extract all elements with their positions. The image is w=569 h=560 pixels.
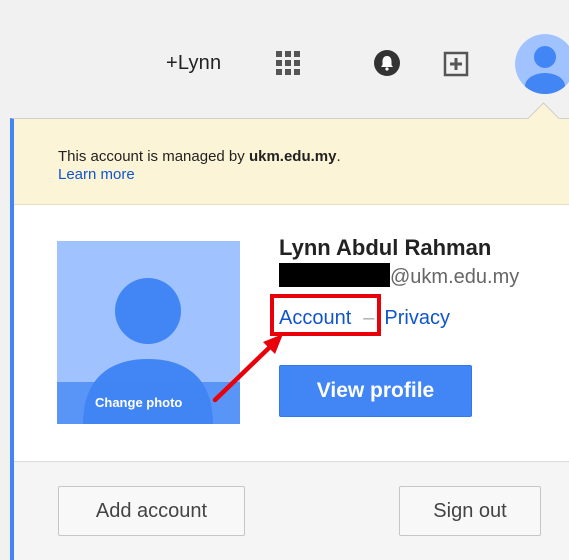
email-domain: @ukm.edu.my <box>390 266 520 288</box>
change-photo-button[interactable]: Change photo <box>57 382 240 424</box>
account-dropdown: This account is managed by ukm.edu.my. L… <box>10 118 569 560</box>
notice-domain: ukm.edu.my <box>248 148 337 165</box>
profile-section: Change photo Lynn Abdul Rahman @ukm.edu.… <box>14 205 569 461</box>
account-link[interactable]: Account <box>279 307 351 329</box>
sign-out-button[interactable]: Sign out <box>399 486 541 536</box>
account-popup-screenshot: +Lynn This account is managed by ukm.edu… <box>0 0 569 560</box>
privacy-link[interactable]: Privacy <box>384 307 450 329</box>
notice-text: This account is managed by ukm.edu.my. <box>58 148 341 165</box>
add-account-button[interactable]: Add account <box>58 486 245 536</box>
user-email: @ukm.edu.my <box>279 263 519 289</box>
share-plus-icon[interactable] <box>442 50 470 78</box>
learn-more-link[interactable]: Learn more <box>58 166 135 183</box>
user-name: Lynn Abdul Rahman <box>279 235 492 260</box>
email-redaction <box>279 263 390 287</box>
top-bar: +Lynn <box>0 0 569 118</box>
notifications-bell-icon[interactable] <box>373 49 401 77</box>
view-profile-button[interactable]: View profile <box>279 365 472 417</box>
plus-user-link[interactable]: +Lynn <box>166 52 221 75</box>
account-links: Account – Privacy <box>279 307 450 330</box>
link-separator: – <box>363 307 375 329</box>
managed-account-notice: This account is managed by ukm.edu.my. L… <box>14 119 569 205</box>
avatar-icon[interactable] <box>515 34 569 94</box>
popup-footer: Add account Sign out <box>14 461 569 560</box>
apps-grid-icon[interactable] <box>276 51 300 75</box>
profile-photo[interactable]: Change photo <box>57 241 240 424</box>
